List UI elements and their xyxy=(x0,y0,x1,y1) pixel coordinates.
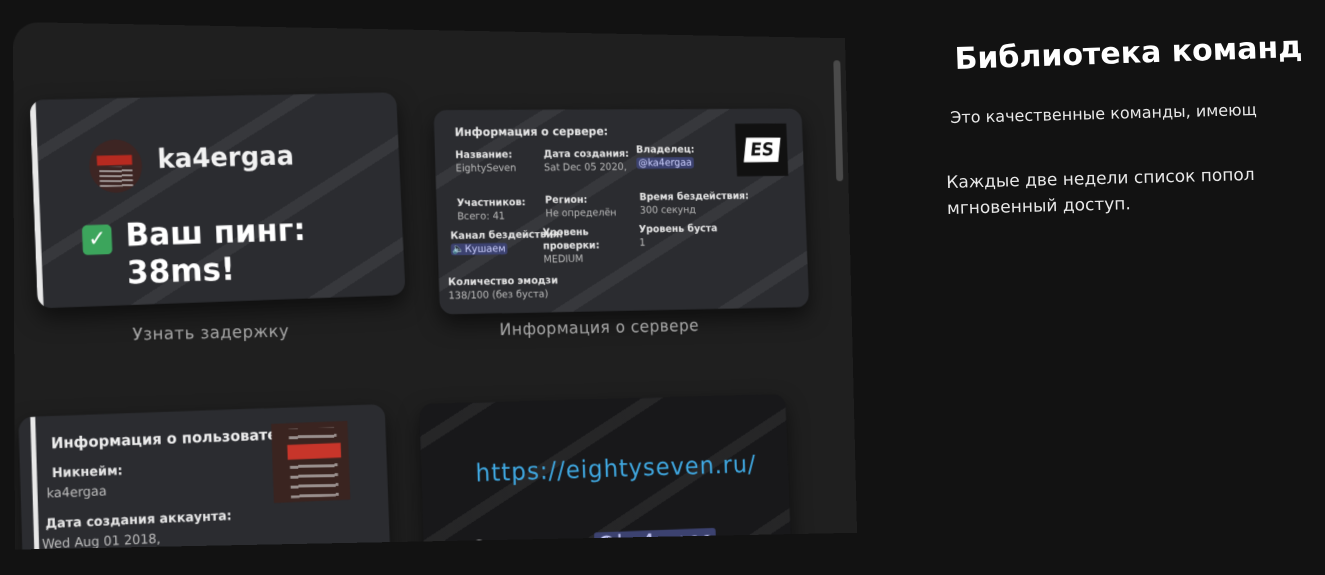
members-value: Всего: 41 xyxy=(457,209,526,223)
sent-by-label: Отправил: xyxy=(470,533,588,550)
boost-label: Уровень буста xyxy=(639,222,718,236)
library-update-note: Каждые две недели список попол мгновенны… xyxy=(946,162,1256,222)
embed-accent-bar xyxy=(30,100,44,309)
site-link-card[interactable]: https://eightyseven.ru/ Отправил: @ka4er… xyxy=(419,394,792,550)
account-created-value: Wed Aug 01 2018, xyxy=(42,532,161,550)
server-info-heading: Информация о сервере: xyxy=(454,125,608,139)
verification-value: MEDIUM xyxy=(543,252,625,267)
server-name-label: Название: xyxy=(455,148,516,162)
server-caption: Информация о сервере xyxy=(499,316,699,340)
nick-value: ka4ergaa xyxy=(46,484,107,502)
library-title: Библиотека команд xyxy=(954,30,1303,77)
avatar xyxy=(88,139,143,194)
server-info-card[interactable]: Информация о сервере: ES Название: Eighty… xyxy=(434,108,810,314)
ping-username: ka4ergaa xyxy=(157,141,295,175)
ping-caption: Узнать задержку xyxy=(132,322,289,345)
server-logo-text: ES xyxy=(743,138,779,163)
server-created-value: Sat Dec 05 2020, xyxy=(544,160,630,174)
region-value: Не определён xyxy=(545,206,616,220)
afk-time-label: Время бездействия: xyxy=(639,189,749,203)
server-owner-label: Владелец: xyxy=(636,143,695,157)
ping-command-card[interactable]: ka4ergaa ✓ Ваш пинг: 38ms! xyxy=(30,92,406,308)
members-label: Участников: xyxy=(457,196,526,210)
library-description: Это качественные команды, имеющ xyxy=(950,100,1257,127)
boost-value: 1 xyxy=(639,235,718,249)
site-url-link[interactable]: https://eightyseven.ru/ xyxy=(475,450,757,487)
user-avatar-image xyxy=(271,421,350,503)
user-info-heading: Информация о пользователе: xyxy=(51,425,304,453)
server-logo: ES xyxy=(735,123,788,176)
nick-label: Никнейм: xyxy=(52,463,123,481)
afk-channel-mention[interactable]: 🔈Кушаем xyxy=(451,243,508,255)
sent-by-line: Отправил: @ka4ergaa xyxy=(470,528,716,550)
owner-mention[interactable]: @ka4ergaa xyxy=(636,157,693,169)
server-name-value: EightySeven xyxy=(456,161,517,175)
commands-gallery-panel: ka4ergaa ✓ Ваш пинг: 38ms! Узнать задерж… xyxy=(13,22,857,550)
embed-accent-bar xyxy=(30,417,40,550)
verification-label: Уровень проверки: xyxy=(542,225,625,253)
check-mark-icon: ✓ xyxy=(82,224,113,255)
user-info-card[interactable]: Информация о пользователе: Никнейм: ka4e… xyxy=(18,404,391,550)
region-label: Регион: xyxy=(545,193,616,207)
server-created-label: Дата создания: xyxy=(543,147,629,161)
account-created-label: Дата создания аккаунта: xyxy=(45,509,232,532)
ping-result-text: Ваш пинг: 38ms! xyxy=(125,208,405,292)
sender-mention[interactable]: @ka4ergaa xyxy=(594,528,717,550)
afk-time-value: 300 секунд xyxy=(640,203,750,218)
emoji-count-value: 138/100 (без буста) xyxy=(448,287,558,303)
scrollbar[interactable] xyxy=(833,60,843,181)
